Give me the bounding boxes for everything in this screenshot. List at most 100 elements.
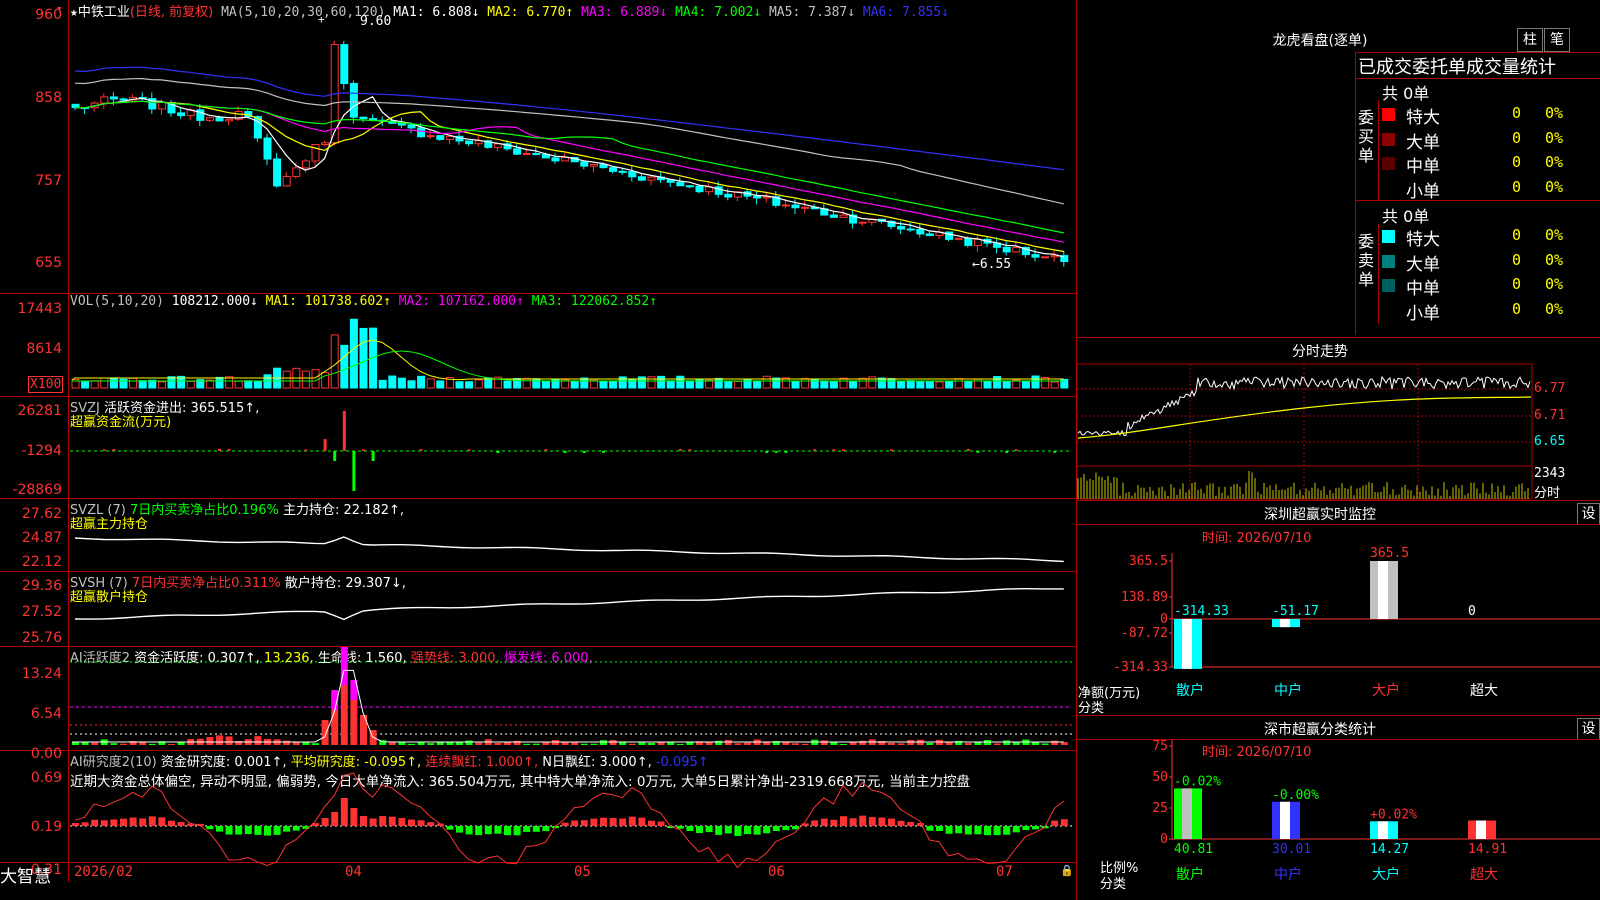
order-size-label: 中单: [1406, 279, 1440, 299]
flow-bar: [602, 451, 605, 453]
candle: [263, 137, 272, 160]
research-bar: [609, 817, 617, 826]
rt-y-label: -87.72: [1121, 626, 1168, 641]
lock-icon[interactable]: 🔒: [1060, 864, 1074, 877]
buy-side-label: 委买单: [1358, 108, 1375, 165]
candle: [522, 153, 531, 156]
research-bar: [408, 819, 415, 826]
research-bar: [907, 821, 915, 826]
flow-bar: [890, 449, 893, 451]
research-bar: [283, 826, 291, 832]
research-bar: [580, 820, 588, 826]
ts-y-label: 6.77: [1534, 381, 1566, 396]
research-bar: [235, 826, 243, 835]
flow-bar: [1005, 451, 1009, 453]
cl-category-label: 中户: [1274, 866, 1302, 883]
volume-bar: [647, 376, 656, 389]
flow-bar: [813, 449, 817, 451]
flow-bar: [362, 449, 365, 451]
research-bar: [216, 826, 223, 832]
order-size-label: 小单: [1406, 181, 1440, 202]
realtime-settings-button[interactable]: 设: [1577, 503, 1600, 525]
volume-bar: [820, 380, 829, 389]
cl-change-label: -0.00%: [1272, 788, 1319, 803]
activity-bar: [532, 743, 540, 745]
volume-bar: [753, 380, 762, 389]
research-bar: [542, 826, 550, 832]
volume-bar: [858, 377, 867, 389]
sell-side-label: 委卖单: [1358, 232, 1375, 289]
volume-bar: [906, 380, 915, 389]
activity-bar: [350, 700, 358, 745]
activity-bar: [926, 742, 934, 745]
divider: [1355, 52, 1356, 335]
rt-category-label: 中户: [1274, 682, 1302, 699]
activity-bar: [148, 743, 156, 745]
research-bar: [206, 826, 214, 830]
research-bar: [379, 816, 387, 826]
candle: [609, 167, 618, 172]
volume-bar: [138, 380, 147, 389]
research-bar: [916, 823, 924, 826]
candle: [954, 237, 963, 240]
color-swatch: [1382, 279, 1395, 292]
candle: [781, 204, 790, 207]
activity-bar: [254, 736, 262, 745]
flow-bar: [1014, 449, 1018, 451]
flow-bar: [765, 451, 769, 453]
research-bar: [427, 822, 435, 826]
research-bar: [148, 816, 156, 826]
candle: [925, 233, 934, 236]
activity-bar: [475, 742, 483, 745]
research-bar: [331, 812, 339, 826]
candle: [685, 185, 694, 188]
activity-bar: [1051, 740, 1059, 745]
timeshare-chart[interactable]: [1076, 362, 1600, 502]
order-size-label: 大单: [1406, 132, 1440, 153]
order-size-label: 中单: [1406, 157, 1440, 177]
classify-cat-label: 分类: [1100, 877, 1127, 892]
tick-mode-button[interactable]: 笔: [1544, 28, 1570, 52]
activity-bar: [446, 742, 454, 745]
activity-bar: [897, 743, 905, 745]
volume-bar: [397, 377, 406, 389]
volume-bar: [877, 377, 886, 389]
candle: [753, 195, 762, 199]
research-bar: [974, 826, 982, 835]
candle: [906, 228, 915, 231]
order-percent: 0%: [1545, 104, 1564, 122]
volume-bar: [109, 377, 118, 389]
candle: [829, 214, 838, 218]
ma-line: [74, 100, 1064, 243]
research-bar: [964, 826, 972, 835]
volume-bar: [541, 380, 550, 389]
activity-bar: [840, 743, 847, 745]
candle: [561, 157, 570, 162]
lhb-title: 龙虎看盘(逐单): [1272, 33, 1368, 49]
research-bar: [139, 818, 147, 826]
main-chart-canvas[interactable]: [0, 0, 1076, 900]
bar-mode-button[interactable]: 柱: [1517, 28, 1543, 52]
volume-bar: [388, 375, 397, 389]
candle: [628, 171, 637, 178]
activity-bar: [465, 740, 473, 745]
flow-bar: [976, 451, 980, 453]
volume-bar: [474, 379, 483, 389]
color-swatch: [1382, 132, 1395, 146]
candle: [897, 225, 906, 230]
flow-bar: [419, 449, 423, 451]
rt-value-label: -314.33: [1174, 604, 1229, 619]
volume-bar: [407, 380, 416, 389]
activity-bar: [1032, 742, 1039, 745]
volume-bar: [657, 375, 666, 389]
activity-bar: [600, 740, 607, 745]
volume-bar: [580, 377, 589, 389]
activity-bar: [715, 740, 723, 745]
activity-bar: [408, 743, 415, 745]
flow-bar: [352, 451, 356, 491]
volume-bar: [983, 381, 992, 389]
flow-bar: [102, 449, 106, 451]
research-bar: [753, 826, 761, 835]
research-bar: [129, 817, 137, 826]
activity-bar: [292, 742, 300, 745]
